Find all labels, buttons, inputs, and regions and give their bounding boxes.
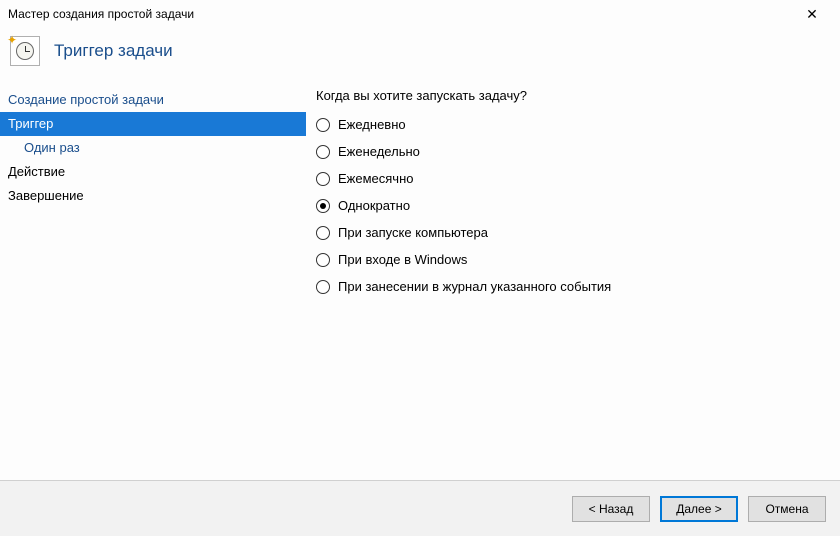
- radio-icon: [316, 172, 330, 186]
- wizard-window: Мастер создания простой задачи ✕ ✦ Тригг…: [0, 0, 840, 536]
- radio-icon: [316, 226, 330, 240]
- trigger-option-2[interactable]: Ежемесячно: [316, 171, 830, 186]
- back-button[interactable]: < Назад: [572, 496, 650, 522]
- wizard-step-label: Действие: [8, 164, 65, 179]
- trigger-option-3[interactable]: Однократно: [316, 198, 830, 213]
- titlebar: Мастер создания простой задачи ✕: [0, 0, 840, 28]
- close-icon: ✕: [806, 6, 818, 22]
- trigger-option-label: Ежедневно: [338, 117, 406, 132]
- wizard-step-label: Один раз: [24, 140, 80, 155]
- page-title: Триггер задачи: [54, 41, 173, 61]
- radio-icon: [316, 118, 330, 132]
- trigger-option-label: Еженедельно: [338, 144, 420, 159]
- trigger-options-group: Ежедневно Еженедельно Ежемесячно Однократно…: [316, 117, 830, 294]
- trigger-option-5[interactable]: При входе в Windows: [316, 252, 830, 267]
- wizard-step-0[interactable]: Создание простой задачи: [0, 88, 306, 112]
- trigger-option-label: При занесении в журнал указанного событи…: [338, 279, 611, 294]
- trigger-question: Когда вы хотите запускать задачу?: [316, 88, 830, 103]
- wizard-step-1[interactable]: Триггер: [0, 112, 306, 136]
- radio-icon: [316, 253, 330, 267]
- wizard-footer: < Назад Далее > Отмена: [0, 480, 840, 536]
- wizard-main-panel: Когда вы хотите запускать задачу? Ежедне…: [306, 84, 840, 480]
- trigger-option-6[interactable]: При занесении в журнал указанного событи…: [316, 279, 830, 294]
- wizard-step-3: Действие: [0, 160, 306, 184]
- wizard-step-2[interactable]: Один раз: [0, 136, 306, 160]
- trigger-option-label: При запуске компьютера: [338, 225, 488, 240]
- trigger-option-label: При входе в Windows: [338, 252, 467, 267]
- close-button[interactable]: ✕: [792, 6, 832, 23]
- trigger-option-0[interactable]: Ежедневно: [316, 117, 830, 132]
- wizard-steps-sidebar: Создание простой задачи Триггер Один раз Де…: [0, 84, 306, 480]
- scheduler-icon: ✦: [10, 36, 40, 66]
- trigger-option-1[interactable]: Еженедельно: [316, 144, 830, 159]
- wizard-step-4: Завершение: [0, 184, 306, 208]
- trigger-option-label: Однократно: [338, 198, 410, 213]
- radio-icon: [316, 280, 330, 294]
- trigger-option-label: Ежемесячно: [338, 171, 414, 186]
- cancel-button[interactable]: Отмена: [748, 496, 826, 522]
- radio-icon: [316, 145, 330, 159]
- wizard-header: ✦ Триггер задачи: [0, 28, 840, 84]
- radio-icon: [316, 199, 330, 213]
- wizard-body: Создание простой задачи Триггер Один раз Де…: [0, 84, 840, 480]
- wizard-step-label: Завершение: [8, 188, 84, 203]
- wizard-step-label: Создание простой задачи: [8, 92, 164, 107]
- trigger-option-4[interactable]: При запуске компьютера: [316, 225, 830, 240]
- wizard-step-label: Триггер: [8, 116, 53, 131]
- window-title: Мастер создания простой задачи: [8, 7, 792, 21]
- next-button[interactable]: Далее >: [660, 496, 738, 522]
